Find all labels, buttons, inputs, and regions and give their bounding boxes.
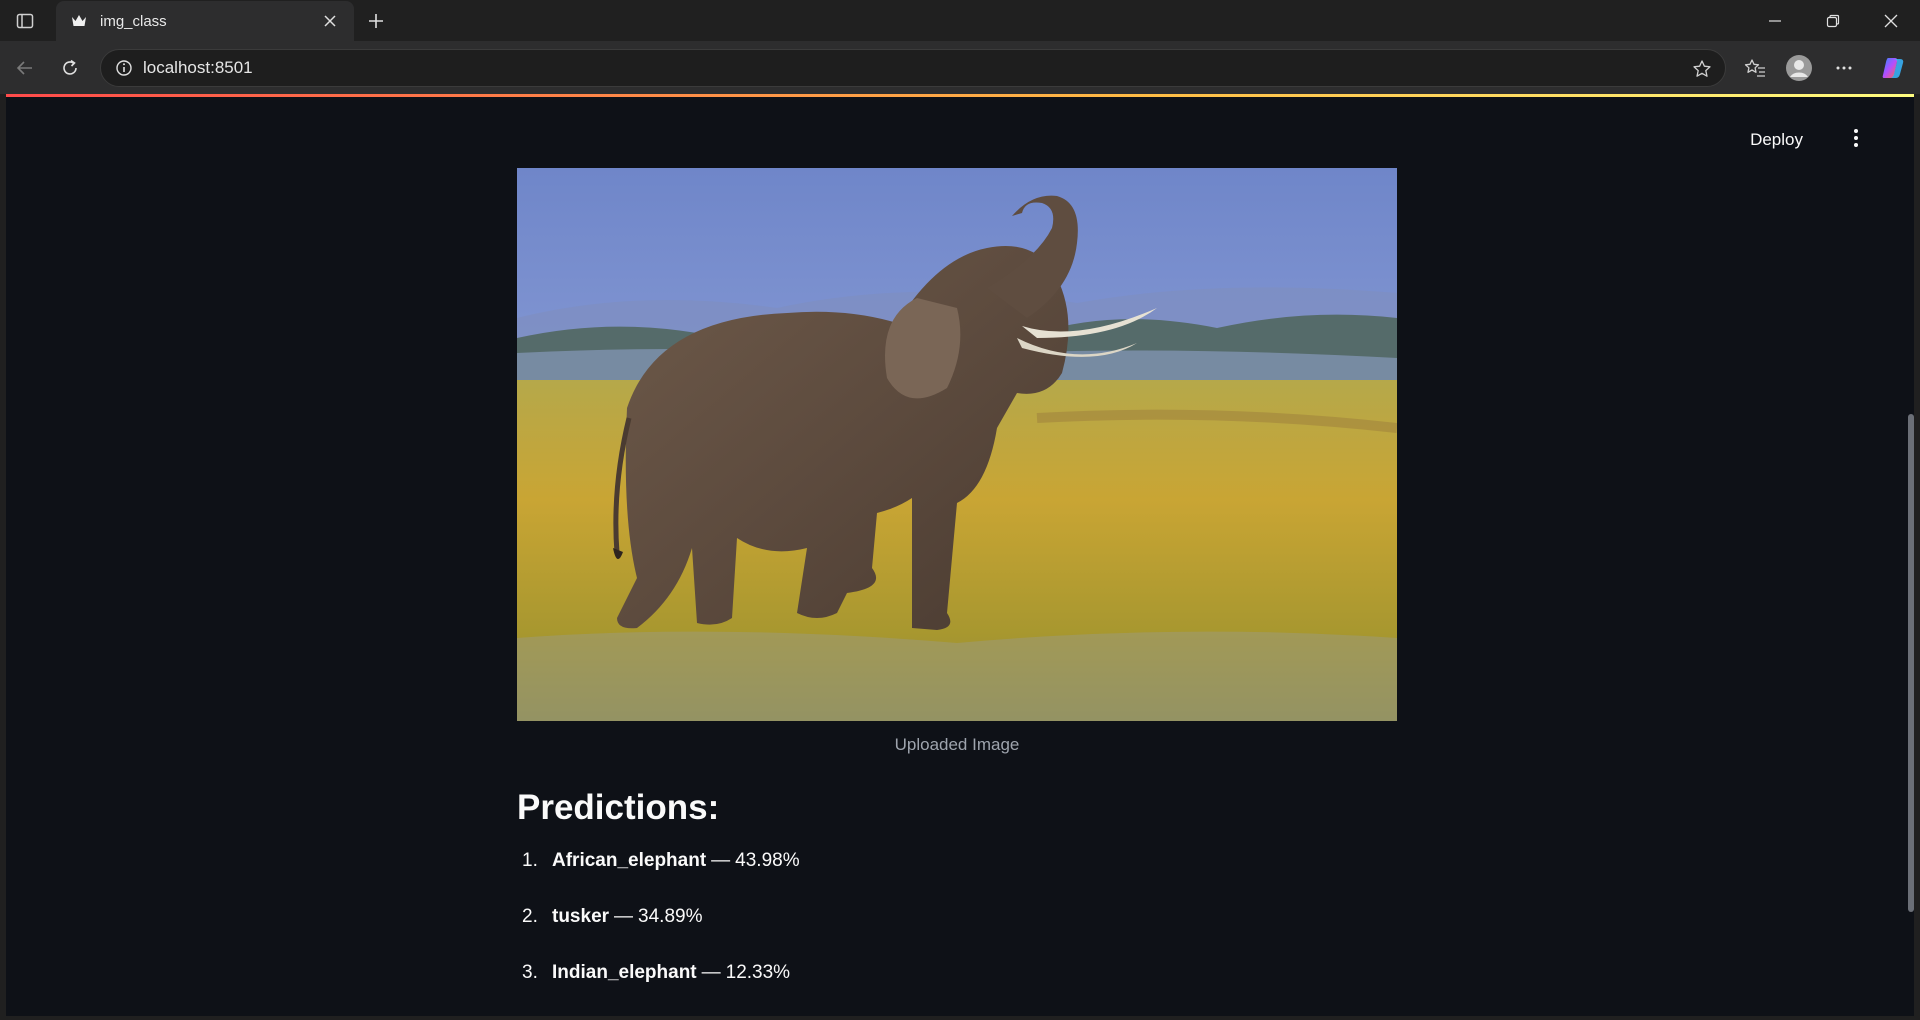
close-icon bbox=[1884, 14, 1898, 27]
main-menu-button[interactable] bbox=[1840, 122, 1872, 154]
favorites-icon bbox=[1744, 59, 1765, 77]
deploy-button[interactable]: Deploy bbox=[1740, 124, 1813, 156]
uploaded-image bbox=[517, 168, 1397, 721]
prediction-rank: 1. bbox=[522, 850, 538, 871]
profile-button[interactable] bbox=[1782, 51, 1816, 85]
prediction-confidence: 34.89% bbox=[638, 906, 703, 927]
tab-title: img_class bbox=[100, 12, 167, 30]
predictions-list: 1. African_elephant — 43.98% 2. tusker —… bbox=[517, 850, 1397, 1016]
prediction-label: Indian_elephant bbox=[552, 962, 697, 983]
app-viewport: Deploy Uploaded Image Predictions: 1. Af… bbox=[6, 94, 1914, 1016]
browser-tab-strip: img_class bbox=[0, 0, 1920, 41]
prediction-confidence: 43.98% bbox=[735, 850, 800, 871]
minimize-button[interactable] bbox=[1746, 0, 1804, 41]
more-icon bbox=[1836, 66, 1852, 70]
url-text: localhost:8501 bbox=[143, 58, 253, 77]
prediction-label: African_elephant bbox=[552, 850, 707, 871]
tab-actions-button[interactable] bbox=[10, 8, 40, 34]
browser-toolbar: localhost:8501 bbox=[0, 41, 1920, 94]
prediction-item: 2. tusker — 34.89% bbox=[517, 906, 1397, 962]
header-decoration bbox=[6, 94, 1914, 97]
kebab-menu-icon bbox=[1854, 129, 1858, 147]
tab-actions-icon bbox=[16, 13, 34, 29]
prediction-separator: — bbox=[711, 850, 731, 871]
prediction-confidence: 12.33% bbox=[725, 962, 791, 983]
tab-active[interactable]: img_class bbox=[56, 1, 354, 41]
prediction-item: 1. African_elephant — 43.98% bbox=[517, 850, 1397, 906]
back-button[interactable] bbox=[8, 51, 42, 85]
prediction-rank: 3. bbox=[522, 962, 538, 983]
settings-more-button[interactable] bbox=[1827, 51, 1861, 85]
reload-button[interactable] bbox=[53, 51, 87, 85]
crown-favicon-icon bbox=[68, 10, 90, 32]
new-tab-button[interactable] bbox=[362, 7, 390, 35]
back-arrow-icon bbox=[16, 61, 32, 75]
close-window-button[interactable] bbox=[1862, 0, 1920, 41]
copilot-icon bbox=[1882, 58, 1904, 78]
image-caption: Uploaded Image bbox=[894, 735, 1020, 754]
star-icon[interactable] bbox=[1689, 56, 1715, 82]
info-icon[interactable] bbox=[113, 57, 135, 79]
predictions-heading: Predictions: bbox=[517, 788, 720, 827]
prediction-label: tusker bbox=[552, 906, 610, 927]
prediction-separator: — bbox=[701, 962, 721, 983]
prediction-rank: 2. bbox=[522, 906, 538, 927]
page-scrollbar[interactable] bbox=[1908, 414, 1914, 912]
main-content: Uploaded Image Predictions: 1. African_e… bbox=[517, 168, 1397, 1016]
restore-icon bbox=[1826, 14, 1840, 27]
address-bar[interactable]: localhost:8501 bbox=[100, 49, 1726, 87]
plus-icon bbox=[369, 14, 383, 28]
minimize-icon bbox=[1769, 19, 1781, 22]
prediction-item: 3. Indian_elephant — 12.33% bbox=[517, 962, 1397, 1016]
profile-icon bbox=[1786, 55, 1812, 81]
favorites-button[interactable] bbox=[1738, 51, 1772, 85]
prediction-separator: — bbox=[614, 906, 634, 927]
copilot-button[interactable] bbox=[1876, 51, 1910, 85]
reload-icon bbox=[63, 59, 77, 75]
close-icon[interactable] bbox=[318, 9, 342, 33]
window-controls bbox=[1746, 0, 1920, 41]
restore-button[interactable] bbox=[1804, 0, 1862, 41]
